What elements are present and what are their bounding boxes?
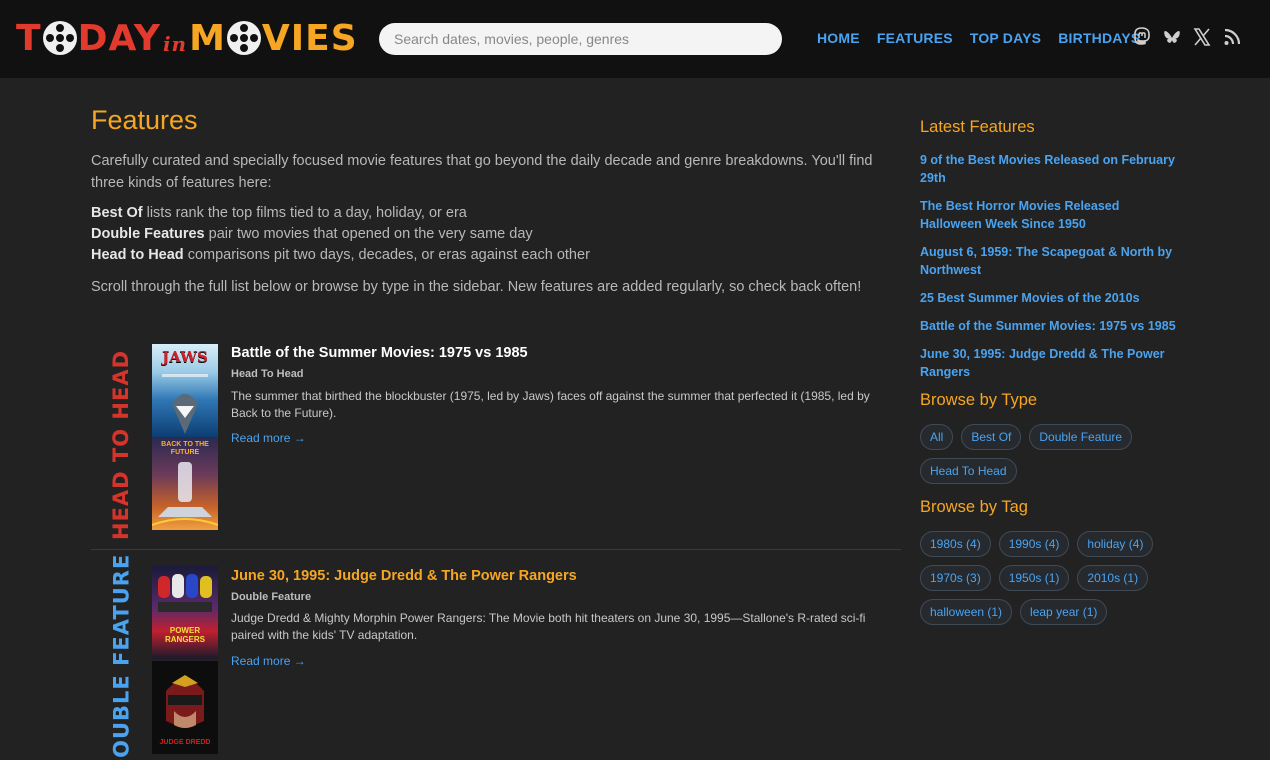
type-filter-pills: All Best Of Double Feature Head To Head bbox=[920, 424, 1180, 484]
read-more-link[interactable]: Read more → bbox=[231, 431, 306, 445]
feature-card: DOUBLE FEATURE POWER RANGERS JUDGE DREDD… bbox=[91, 549, 901, 760]
type-pill-head-to-head[interactable]: Head To Head bbox=[920, 458, 1017, 484]
delorean-illustration bbox=[152, 462, 218, 526]
intro-text: Carefully curated and specially focused … bbox=[91, 153, 873, 191]
browse-by-tag-heading: Browse by Tag bbox=[920, 498, 1028, 516]
type-pill-all[interactable]: All bbox=[920, 424, 954, 450]
type-pill-double-feature[interactable]: Double Feature bbox=[1029, 424, 1133, 450]
search-input[interactable] bbox=[379, 23, 782, 55]
type-pill-best-of[interactable]: Best Of bbox=[961, 424, 1022, 450]
logo-letter: M bbox=[189, 17, 226, 59]
latest-features-list: 9 of the Best Movies Released on Februar… bbox=[920, 151, 1180, 381]
feature-title[interactable]: June 30, 1995: Judge Dredd & The Power R… bbox=[231, 568, 577, 584]
poster-title: POWER RANGERS bbox=[164, 626, 205, 644]
feature-type: Head To Head bbox=[231, 368, 304, 380]
kind-head-to-head: Head to Head comparisons pit two days, d… bbox=[91, 247, 590, 263]
logo-letter: T bbox=[16, 17, 42, 59]
feature-description: Judge Dredd & Mighty Morphin Power Range… bbox=[231, 611, 866, 642]
logo-word-today: DAY bbox=[77, 17, 161, 59]
feature-kinds-list: Best Of lists rank the top films tied to… bbox=[91, 203, 903, 266]
logo-word-in: in bbox=[162, 32, 188, 56]
feature-title[interactable]: Battle of the Summer Movies: 1975 vs 198… bbox=[231, 345, 528, 361]
nav-features[interactable]: FEATURES bbox=[877, 30, 953, 46]
tag-filter-pills: 1980s (4) 1990s (4) holiday (4) 1970s (3… bbox=[920, 531, 1180, 625]
logo-word-movies: VIES bbox=[261, 17, 358, 59]
tag-pill[interactable]: 2010s (1) bbox=[1077, 565, 1149, 591]
nav-home[interactable]: HOME bbox=[817, 30, 860, 46]
list-item: Battle of the Summer Movies: 1975 vs 198… bbox=[920, 317, 1180, 335]
sidebar: Latest Features 9 of the Best Movies Rel… bbox=[920, 118, 1180, 625]
list-item: 9 of the Best Movies Released on Februar… bbox=[920, 151, 1180, 187]
poster-power-rangers[interactable]: POWER RANGERS bbox=[152, 566, 218, 659]
latest-feature-link[interactable]: August 6, 1959: The Scapegoat & North by… bbox=[920, 245, 1172, 277]
kind-double-features: Double Features pair two movies that ope… bbox=[91, 226, 533, 242]
rss-icon[interactable] bbox=[1223, 27, 1241, 47]
main-content: Features Carefully curated and specially… bbox=[91, 100, 903, 298]
mastodon-icon[interactable] bbox=[1133, 27, 1151, 47]
list-item: August 6, 1959: The Scapegoat & North by… bbox=[920, 243, 1180, 279]
site-header: T DAY in M VIES HOME FEATURES TOP DAYS B… bbox=[0, 0, 1270, 78]
tag-pill[interactable]: leap year (1) bbox=[1020, 599, 1108, 625]
list-item: June 30, 1995: Judge Dredd & The Power R… bbox=[920, 345, 1180, 381]
list-item: The Best Horror Movies Released Hallowee… bbox=[920, 197, 1180, 233]
bluesky-icon[interactable] bbox=[1163, 27, 1181, 47]
scroll-note: Scroll through the full list below or br… bbox=[91, 279, 862, 295]
list-item: 25 Best Summer Movies of the 2010s bbox=[920, 289, 1180, 307]
nav-birthdays[interactable]: BIRTHDAYS bbox=[1058, 30, 1140, 46]
latest-feature-link[interactable]: Battle of the Summer Movies: 1975 vs 198… bbox=[920, 319, 1176, 333]
feature-type-vertical-label: DOUBLE FEATURE bbox=[109, 553, 133, 760]
page-title: Features bbox=[91, 105, 198, 135]
tag-pill[interactable]: 1990s (4) bbox=[998, 531, 1070, 557]
feature-type-vertical-label: HEAD TO HEAD bbox=[109, 349, 134, 541]
shark-illustration bbox=[162, 374, 208, 434]
film-reel-icon bbox=[42, 21, 77, 55]
latest-feature-link[interactable]: The Best Horror Movies Released Hallowee… bbox=[920, 199, 1119, 231]
feature-description: The summer that birthed the blockbuster … bbox=[231, 389, 870, 420]
kind-best-of: Best Of lists rank the top films tied to… bbox=[91, 205, 467, 221]
social-links bbox=[1133, 27, 1241, 47]
browse-by-type-heading: Browse by Type bbox=[920, 391, 1038, 409]
latest-feature-link[interactable]: 9 of the Best Movies Released on Februar… bbox=[920, 153, 1175, 185]
latest-feature-link[interactable]: June 30, 1995: Judge Dredd & The Power R… bbox=[920, 347, 1165, 379]
x-icon[interactable] bbox=[1193, 27, 1211, 47]
latest-features-heading: Latest Features bbox=[920, 118, 1035, 136]
read-more-link[interactable]: Read more → bbox=[231, 654, 306, 668]
poster-judge-dredd[interactable]: JUDGE DREDD bbox=[152, 661, 218, 754]
rangers-illustration bbox=[158, 574, 212, 612]
tag-pill[interactable]: 1950s (1) bbox=[998, 565, 1070, 591]
tag-pill[interactable]: halloween (1) bbox=[920, 599, 1013, 625]
film-reel-icon bbox=[226, 21, 261, 55]
nav-top-days[interactable]: TOP DAYS bbox=[970, 30, 1041, 46]
tag-pill[interactable]: 1970s (3) bbox=[920, 565, 991, 591]
site-logo[interactable]: T DAY in M VIES bbox=[16, 17, 358, 59]
poster-back-to-the-future[interactable]: BACK TO THE FUTURE bbox=[152, 437, 218, 530]
latest-feature-link[interactable]: 25 Best Summer Movies of the 2010s bbox=[920, 291, 1140, 305]
poster-title: JUDGE DREDD bbox=[159, 739, 211, 746]
main-nav: HOME FEATURES TOP DAYS BIRTHDAYS bbox=[817, 30, 1140, 46]
feature-type: Double Feature bbox=[231, 591, 312, 603]
poster-jaws[interactable]: JAWS bbox=[152, 344, 218, 437]
tag-pill[interactable]: holiday (4) bbox=[1077, 531, 1154, 557]
feature-card: HEAD TO HEAD JAWS BACK TO THE FUTURE Bat… bbox=[91, 340, 901, 548]
tag-pill[interactable]: 1980s (4) bbox=[920, 531, 991, 557]
